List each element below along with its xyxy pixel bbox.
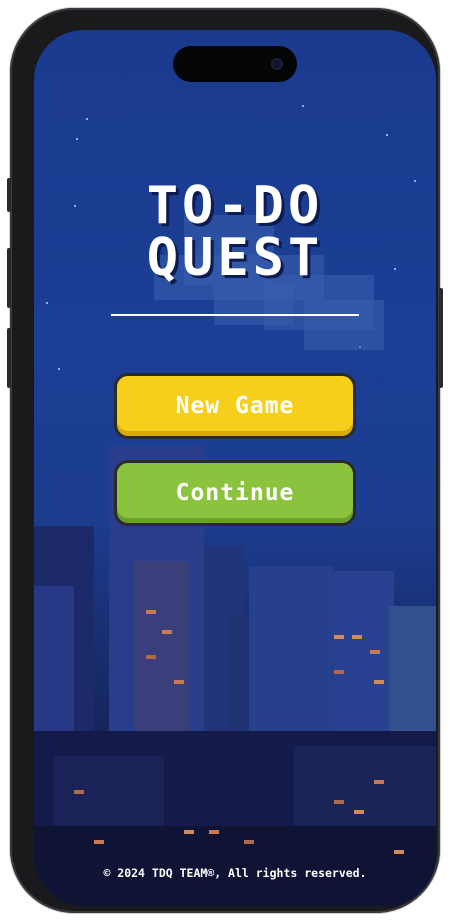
cloud xyxy=(304,300,384,350)
action-button xyxy=(7,178,11,212)
lit-window xyxy=(334,800,344,804)
game-screen: TO-DO QUEST New Game Continue © 2024 TDQ… xyxy=(34,30,436,906)
power-button xyxy=(439,288,443,388)
volume-up-button xyxy=(7,248,11,308)
lit-window xyxy=(374,680,384,684)
lit-window xyxy=(374,780,384,784)
title-divider xyxy=(111,314,359,316)
phone-frame: TO-DO QUEST New Game Continue © 2024 TDQ… xyxy=(7,8,443,913)
star xyxy=(386,134,388,136)
lit-window xyxy=(146,655,156,659)
lit-window xyxy=(334,635,344,639)
star xyxy=(46,302,48,304)
lit-window xyxy=(174,680,184,684)
lit-window xyxy=(394,850,404,854)
lit-window xyxy=(74,790,84,794)
game-title-line-1: TO-DO xyxy=(146,176,324,236)
star xyxy=(302,105,304,107)
volume-down-button xyxy=(7,328,11,388)
lit-window xyxy=(370,650,380,654)
new-game-button[interactable]: New Game xyxy=(114,373,356,439)
lit-window xyxy=(334,670,344,674)
copyright-footer: © 2024 TDQ TEAM®, All rights reserved. xyxy=(103,866,367,880)
lit-window xyxy=(162,630,172,634)
star xyxy=(86,118,88,120)
lit-window xyxy=(244,840,254,844)
camera-icon xyxy=(271,58,283,70)
continue-button[interactable]: Continue xyxy=(114,460,356,526)
lit-window xyxy=(354,810,364,814)
star xyxy=(58,368,60,370)
lit-window xyxy=(146,610,156,614)
lit-window xyxy=(184,830,194,834)
lit-window xyxy=(352,635,362,639)
lit-window xyxy=(209,830,219,834)
star xyxy=(76,138,78,140)
cloud xyxy=(214,285,294,325)
game-title-line-2: QUEST xyxy=(146,228,324,288)
dynamic-island xyxy=(173,46,297,82)
lit-window xyxy=(94,840,104,844)
